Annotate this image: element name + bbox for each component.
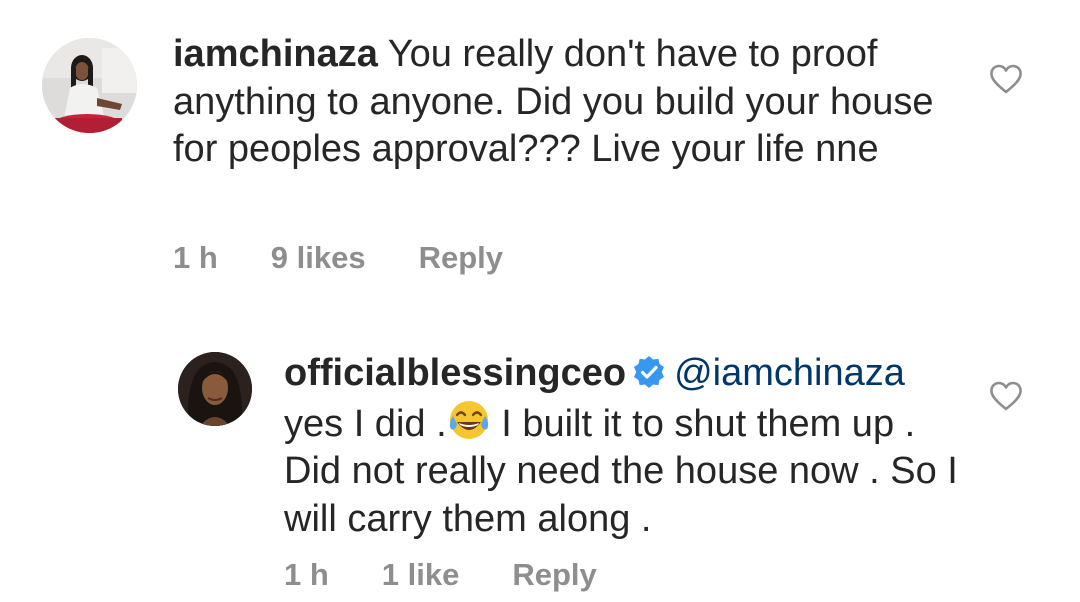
verified-badge-icon [632,355,666,389]
comment-username[interactable]: officialblessingceo [284,352,626,394]
reply-comment-item: officialblessingceo @iamchinaza yes I did… [0,330,1080,602]
comment-body-part: yes I did . [284,402,447,445]
comment-likes-count[interactable]: 1 like [382,557,460,593]
comment-timestamp[interactable]: 1 h [284,557,329,593]
comment-text: officialblessingceo @iamchinaza yes I did… [284,350,974,543]
comment-text: iamchinaza You really don't have to proo… [173,31,963,174]
mention-link[interactable]: @iamchinaza [674,352,905,394]
profile-photo-icon [178,352,252,426]
comment-meta: 1 h 9 likes Reply [173,240,503,276]
comment-item: iamchinaza You really don't have to proo… [0,0,1080,300]
profile-photo-icon [42,38,137,133]
heart-outline-icon[interactable] [989,381,1023,411]
comment-timestamp[interactable]: 1 h [173,240,218,276]
comment-meta: 1 h 1 like Reply [284,557,597,593]
heart-outline-icon[interactable] [989,64,1023,94]
avatar[interactable] [178,352,252,426]
comment-likes-count[interactable]: 9 likes [271,240,366,276]
reply-button[interactable]: Reply [419,240,503,276]
comment-username[interactable]: iamchinaza [173,33,378,75]
reply-button[interactable]: Reply [512,557,596,593]
avatar[interactable] [42,38,137,133]
face-with-tears-of-joy-emoji-icon [447,398,491,442]
